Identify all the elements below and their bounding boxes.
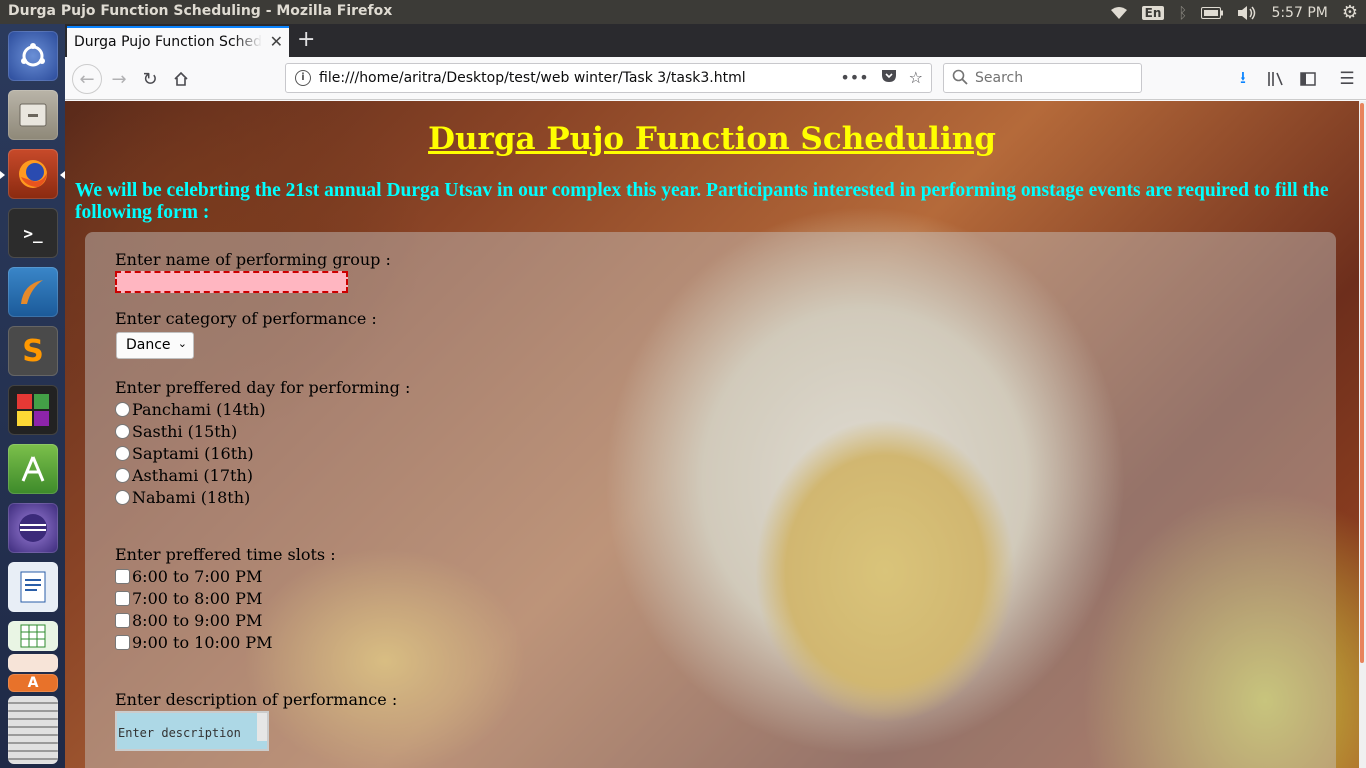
more-actions-icon[interactable]: •••	[840, 68, 868, 88]
bookmark-star-icon[interactable]: ☆	[909, 68, 923, 88]
new-tab-button[interactable]: +	[297, 27, 315, 52]
category-label: Enter category of performance :	[115, 309, 377, 328]
navigation-toolbar: ← → ↻ i file:///home/aritra/Desktop/test…	[65, 57, 1366, 100]
reload-button[interactable]: ↻	[136, 65, 164, 93]
firefox-window: Durga Pujo Function Scheduling ✕ + ← → ↻…	[65, 24, 1366, 768]
time-option-9pm[interactable]: 9:00 to 10:00 PM	[115, 633, 273, 652]
page-viewport: Durga Pujo Function Scheduling We will b…	[65, 101, 1359, 768]
checkbox[interactable]	[115, 569, 130, 584]
url-text[interactable]: file:///home/aritra/Desktop/test/web win…	[319, 70, 746, 86]
terminal-icon[interactable]: >_	[8, 208, 58, 258]
intro-text: We will be celebrting the 21st annual Du…	[75, 180, 1329, 223]
browser-tab-active[interactable]: Durga Pujo Function Scheduling ✕	[67, 26, 289, 57]
radio-button[interactable]	[115, 446, 130, 461]
day-option-asthami[interactable]: Asthami (17th)	[115, 466, 253, 485]
search-input[interactable]: Search	[975, 70, 1023, 86]
ubuntu-dash-icon[interactable]	[8, 31, 58, 81]
libreoffice-writer-icon[interactable]	[8, 562, 58, 612]
day-option-panchami[interactable]: Panchami (14th)	[115, 400, 266, 419]
gear-icon[interactable]: ⚙	[1342, 2, 1358, 23]
registration-form: Enter name of performing group : Enter c…	[85, 232, 1336, 768]
checkbox[interactable]	[115, 591, 130, 606]
description-placeholder: Enter description	[118, 726, 241, 740]
day-option-nabami[interactable]: Nabami (18th)	[115, 488, 250, 507]
keyboard-layout-indicator[interactable]: En	[1141, 5, 1165, 20]
day-label: Enter preffered day for performing :	[115, 378, 411, 397]
page-actions: ••• ☆	[840, 68, 923, 88]
time-option-6pm[interactable]: 6:00 to 7:00 PM	[115, 567, 262, 586]
volume-icon[interactable]	[1237, 5, 1257, 20]
search-icon	[952, 69, 968, 89]
group-name-label: Enter name of performing group :	[115, 250, 391, 269]
checkbox[interactable]	[115, 635, 130, 650]
forward-button[interactable]: →	[105, 65, 133, 93]
page-scrollbar[interactable]	[1359, 101, 1366, 768]
files-icon[interactable]	[8, 90, 58, 140]
description-textarea[interactable]: Enter description	[115, 711, 269, 751]
libreoffice-impress-icon[interactable]	[8, 654, 58, 672]
hamburger-menu-icon[interactable]: ☰	[1333, 65, 1361, 93]
system-tray: En ᛒ 5:57 PM ⚙	[1110, 2, 1358, 23]
radio-button[interactable]	[115, 424, 130, 439]
sublime-text-icon[interactable]: S	[8, 326, 58, 376]
time-label: Enter preffered time slots :	[115, 545, 336, 564]
chevron-down-icon: ⌄	[177, 337, 187, 350]
running-indicator	[0, 171, 5, 179]
page-title: Durga Pujo Function Scheduling	[428, 121, 996, 157]
category-select[interactable]: Dance ⌄	[116, 332, 194, 359]
ubuntu-top-panel: Durga Pujo Function Scheduling - Mozilla…	[0, 0, 1366, 24]
url-bar[interactable]: i file:///home/aritra/Desktop/test/web w…	[285, 63, 932, 93]
group-name-input[interactable]	[115, 271, 348, 293]
android-studio-icon[interactable]	[8, 444, 58, 494]
tab-strip: Durga Pujo Function Scheduling ✕ +	[65, 24, 1366, 57]
unity-launcher: >_ S A	[0, 24, 65, 768]
pocket-icon[interactable]	[881, 68, 897, 88]
tab-title: Durga Pujo Function Scheduling	[74, 34, 262, 50]
firefox-icon[interactable]	[8, 149, 58, 199]
radio-button[interactable]	[115, 490, 130, 505]
battery-icon[interactable]	[1201, 6, 1224, 19]
radio-button[interactable]	[115, 468, 130, 483]
software-center-icon[interactable]	[8, 385, 58, 435]
time-option-8pm[interactable]: 8:00 to 9:00 PM	[115, 611, 262, 630]
library-icon[interactable]	[1262, 65, 1290, 93]
app-store-icon[interactable]: A	[8, 674, 58, 692]
search-bar[interactable]: Search	[943, 63, 1142, 93]
day-option-saptami[interactable]: Saptami (16th)	[115, 444, 254, 463]
category-selected-value: Dance	[126, 337, 171, 353]
back-button[interactable]: ←	[72, 64, 102, 94]
close-icon[interactable]: ✕	[270, 32, 283, 51]
checkbox[interactable]	[115, 613, 130, 628]
home-button[interactable]	[167, 65, 195, 93]
window-title: Durga Pujo Function Scheduling - Mozilla…	[8, 3, 393, 19]
description-label: Enter description of performance :	[115, 690, 398, 709]
clock[interactable]: 5:57 PM	[1271, 5, 1327, 21]
sidebar-icon[interactable]	[1294, 65, 1322, 93]
day-option-sasthi[interactable]: Sasthi (15th)	[115, 422, 237, 441]
site-info-icon[interactable]: i	[295, 70, 311, 86]
trash-stack-icon[interactable]	[8, 696, 58, 764]
textarea-scrollbar[interactable]	[257, 713, 267, 741]
bluetooth-icon[interactable]: ᛒ	[1178, 4, 1187, 22]
scrollbar-thumb[interactable]	[1360, 103, 1364, 663]
libreoffice-calc-icon[interactable]	[8, 621, 58, 651]
time-option-7pm[interactable]: 7:00 to 8:00 PM	[115, 589, 262, 608]
download-icon[interactable]: ⭳	[1229, 65, 1257, 93]
wifi-icon[interactable]	[1110, 6, 1128, 20]
wireshark-icon[interactable]	[8, 267, 58, 317]
eclipse-icon[interactable]	[8, 503, 58, 553]
radio-button[interactable]	[115, 402, 130, 417]
